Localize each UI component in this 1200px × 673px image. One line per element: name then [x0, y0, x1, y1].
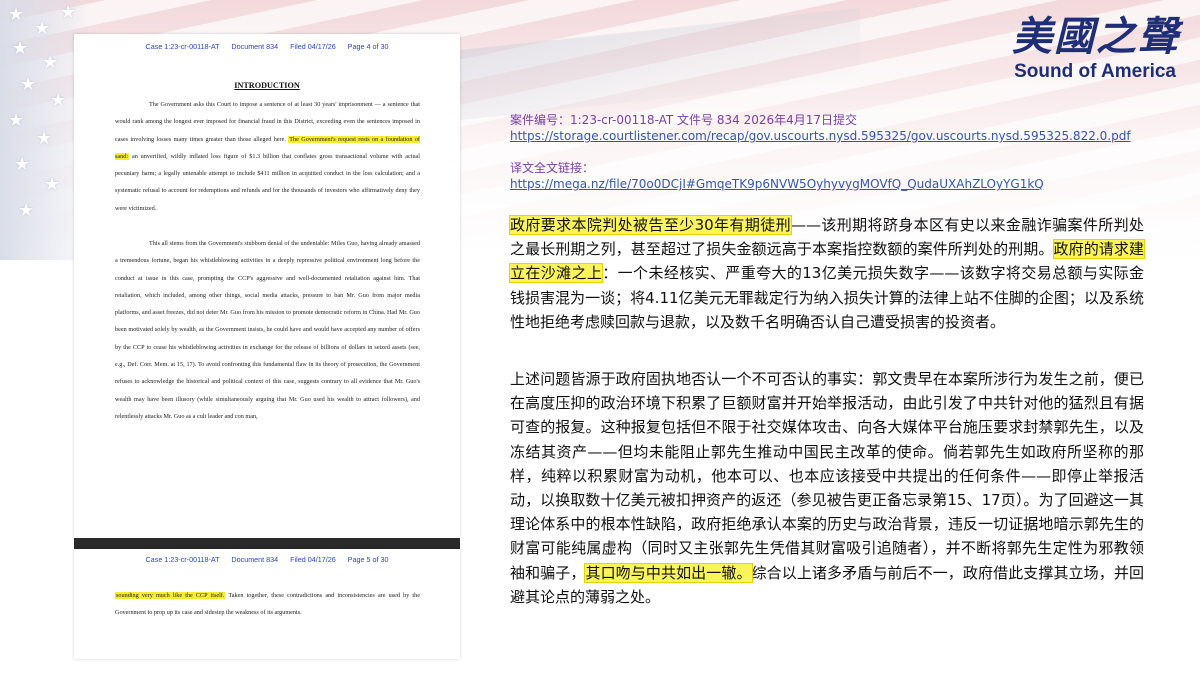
logo-chinese-text: 美國之聲	[1012, 13, 1180, 60]
document-title: INTRODUCTION	[234, 81, 300, 90]
highlighted-sentence: sounding very much like the CCP itself.	[115, 592, 226, 599]
translation-link[interactable]: https://mega.nz/file/70o0DCjI#GmqeTK9p6N…	[510, 176, 1150, 192]
page-separator	[74, 538, 460, 549]
document-paragraph-3: sounding very much like the CCP itself. …	[115, 587, 420, 622]
document-paragraph-1: The Government asks this Court to impose…	[115, 96, 420, 217]
logo-english-text: Sound of America	[1014, 61, 1176, 82]
translation-text: ：一个未经核实、严重夸大的13亿美元损失数字——该数字将交易总额与实际金钱损害混…	[510, 264, 1144, 331]
translation-paragraph-1: 政府要求本院判处被告至少30年有期徒刑——该刑期将跻身本区有史以来金融诈骗案件所…	[509, 213, 1145, 334]
translation-paragraph-2: 上述问题皆源于政府固执地否认一个不可否认的事实：郭文贵早在本案所涉行为发生之前，…	[510, 367, 1144, 609]
sound-of-america-logo: 美國之聲 Sound of America	[990, 14, 1180, 104]
translation-text: 上述问题皆源于政府固执地否认一个不可否认的事实：郭文贵早在本案所涉行为发生之前，…	[510, 370, 1144, 582]
case-line: 案件编号：1:23-cr-00118-AT 文件号 834 2026年4月17日…	[510, 113, 858, 127]
highlighted-phrase: 政府要求本院判处被告至少30年有期徒刑	[509, 215, 792, 235]
document-header: Case 1:23-cr-00118-AT Document 834 Filed…	[145, 42, 389, 51]
paragraph-text: an unverified, wildly inflated loss figu…	[115, 152, 420, 212]
source-link[interactable]: https://storage.courtlistener.com/recap/…	[510, 128, 1150, 144]
translation-info: 译文全文链接： https://mega.nz/file/70o0DCjI#Gm…	[510, 160, 1150, 192]
highlighted-phrase: 其口吻与中共如出一辙。	[584, 562, 753, 583]
document-header: Case 1:23-cr-00118-AT Document 834 Filed…	[145, 555, 389, 564]
court-document-page-4: Case 1:23-cr-00118-AT Document 834 Filed…	[74, 34, 460, 538]
translation-label: 译文全文链接：	[510, 161, 595, 175]
court-document-page-5: Case 1:23-cr-00118-AT Document 834 Filed…	[74, 549, 460, 659]
document-paragraph-2: This all stems from the Government's stu…	[115, 240, 420, 420]
case-info: 案件编号：1:23-cr-00118-AT 文件号 834 2026年4月17日…	[510, 112, 1150, 144]
